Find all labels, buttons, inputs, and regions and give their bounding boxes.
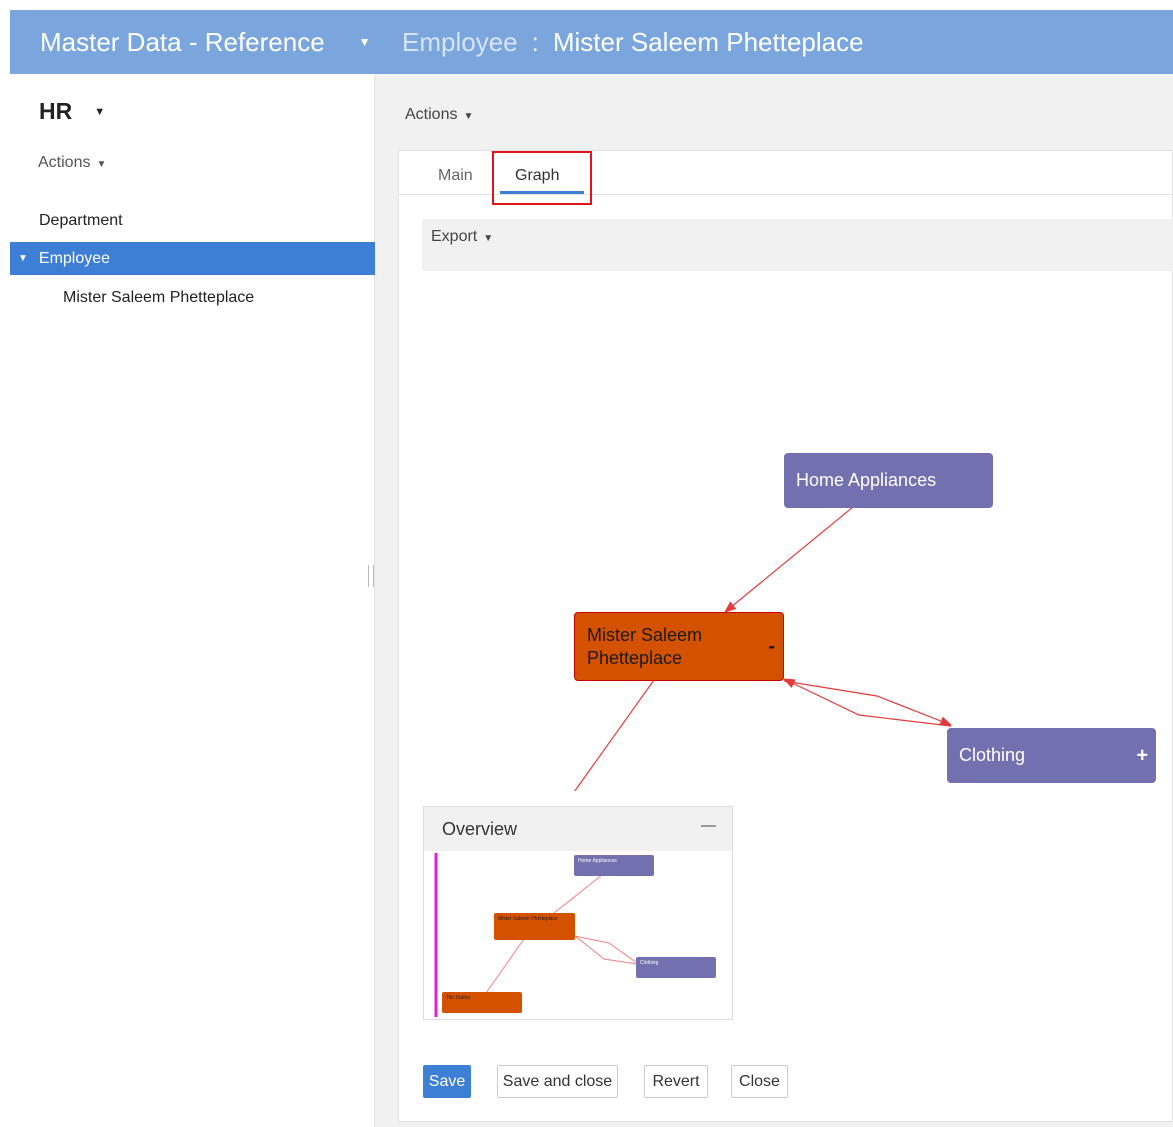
expand-caret-icon[interactable]: ▼ (18, 253, 28, 264)
minimap-node-label: Tito Daldry (446, 995, 470, 1001)
minimap-node-label: Home Appliances (578, 858, 617, 864)
sidebar-actions-label: Actions (38, 154, 91, 171)
minimap-node-clothing: Clothing (636, 957, 716, 978)
tab-bar: Main Graph (399, 151, 1173, 205)
sidebar-item-record[interactable]: Mister Saleem Phetteplace (10, 281, 375, 314)
app-title: Master Data - Reference (40, 26, 325, 57)
breadcrumb-entity[interactable]: Employee (402, 27, 518, 58)
overview-panel: Overview Home Appliances Mister Saleem P… (423, 806, 733, 1020)
edge-clothing-to-employee (782, 678, 952, 727)
main-actions-label: Actions (405, 106, 458, 123)
chevron-down-icon: ▼ (358, 35, 371, 49)
minimap-node-home-appliances: Home Appliances (574, 855, 654, 876)
minimap-node-label: Mister Saleem Phetteplace (498, 916, 558, 922)
overview-title: Overview (442, 818, 518, 839)
main-panel: Actions ▼ Main Graph Export ▼ Home Appli… (375, 74, 1173, 1127)
revert-button[interactable]: Revert (644, 1065, 708, 1098)
collapse-icon[interactable]: - (768, 635, 775, 658)
graph-node-employee[interactable]: Mister Saleem Phetteplace - (574, 612, 784, 681)
sidebar-actions-menu[interactable]: Actions ▼ (38, 154, 106, 172)
panel-splitter-handle[interactable] (368, 565, 374, 587)
node-label: Mister Saleem Phetteplace (587, 624, 703, 668)
main-actions-menu[interactable]: Actions ▼ (405, 106, 473, 124)
minimap-node-employee: Mister Saleem Phetteplace (494, 913, 575, 940)
record-card: Main Graph Export ▼ Home Appliances Mist… (398, 150, 1173, 1122)
chevron-down-icon: ▼ (96, 159, 107, 170)
save-and-close-button[interactable]: Save and close (497, 1065, 618, 1098)
edge-employee-to-tito (574, 679, 655, 791)
sidebar-item-department[interactable]: Department (10, 204, 375, 237)
chevron-down-icon: ▼ (463, 111, 474, 122)
minimap-node-label: Clothing (640, 960, 659, 966)
node-label: Home Appliances (796, 470, 937, 490)
model-name: HR (39, 98, 73, 124)
overview-header: Overview (424, 807, 732, 851)
graph-node-clothing[interactable]: Clothing + (947, 728, 1156, 783)
relationship-graph[interactable]: Home Appliances Mister Saleem Phetteplac… (399, 271, 1173, 876)
save-button[interactable]: Save (423, 1065, 471, 1098)
tab-main[interactable]: Main (438, 167, 473, 185)
top-bar: Master Data - Reference ▼ Employee : Mis… (10, 10, 1173, 74)
breadcrumb-record: Mister Saleem Phetteplace (552, 26, 864, 57)
highlight-box (492, 151, 592, 205)
graph-node-home-appliances[interactable]: Home Appliances (784, 453, 993, 508)
expand-icon[interactable]: + (1136, 744, 1148, 767)
model-selector[interactable]: HR ▼ (39, 98, 105, 125)
sidebar: HR ▼ Actions ▼ Department ▼ Employee Mist… (10, 74, 375, 1127)
sidebar-item-employee[interactable]: ▼ Employee (10, 242, 375, 275)
sidebar-item-label: Department (39, 211, 123, 229)
minimize-icon[interactable] (701, 825, 716, 827)
chevron-down-icon: ▼ (94, 105, 106, 118)
sidebar-item-label: Employee (38, 249, 111, 267)
close-button[interactable]: Close (731, 1065, 788, 1098)
graph-toolbar: Export ▼ (422, 219, 1173, 271)
export-menu[interactable]: Export ▼ (431, 228, 493, 246)
minimap-node-tito-daldry: Tito Daldry (442, 992, 522, 1013)
breadcrumb-separator: : (531, 26, 539, 57)
sidebar-item-label: Mister Saleem Phetteplace (63, 288, 255, 306)
breadcrumb: Employee : Mister Saleem Phetteplace (402, 27, 864, 58)
edge-employee-to-clothing (783, 680, 953, 726)
overview-minimap[interactable]: Home Appliances Mister Saleem Phetteplac… (424, 851, 732, 1019)
chevron-down-icon: ▼ (483, 233, 494, 244)
export-label: Export (431, 228, 478, 245)
app-selector[interactable]: Master Data - Reference ▼ (10, 27, 402, 58)
node-label: Clothing (959, 745, 1026, 765)
graph-edges (574, 506, 953, 791)
edge-home-appliances-to-employee (724, 506, 854, 613)
